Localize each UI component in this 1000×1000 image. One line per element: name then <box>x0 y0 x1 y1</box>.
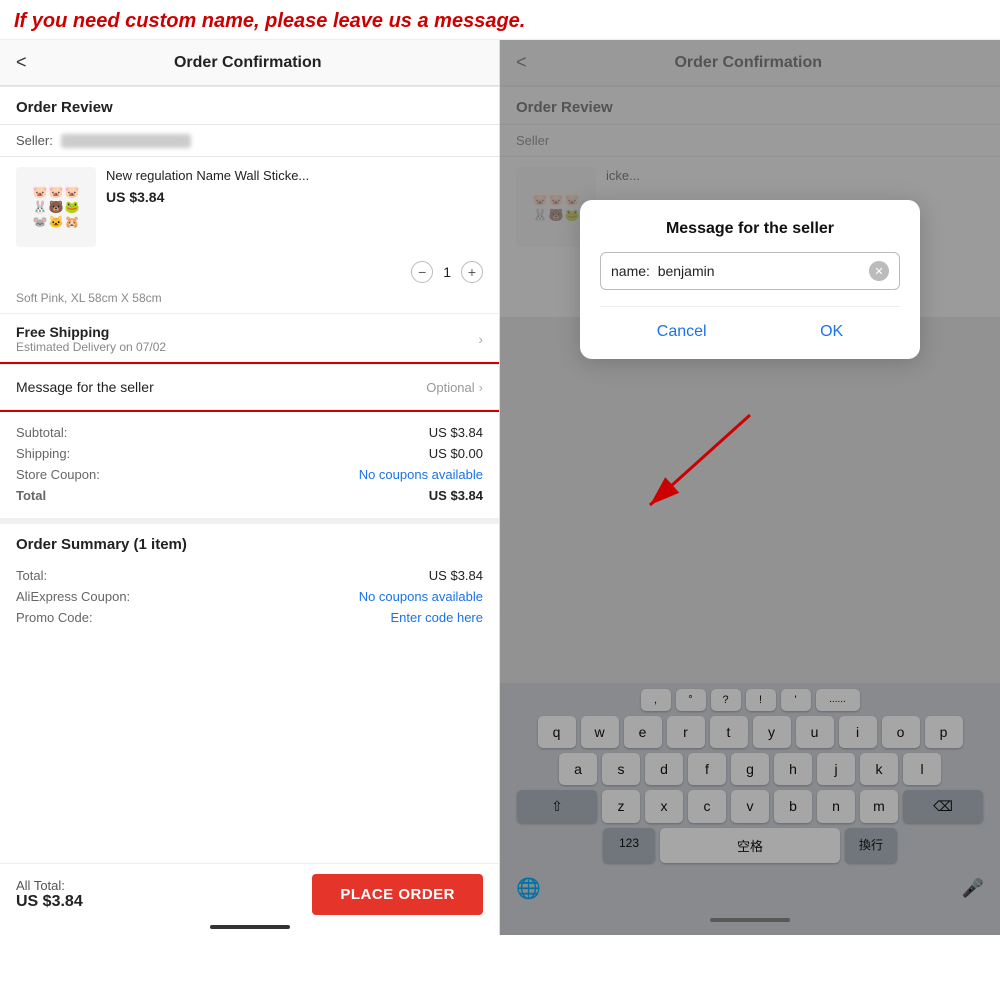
quantity-row: − 1 + <box>0 257 499 291</box>
all-total-label: All Total: <box>16 878 83 893</box>
shipping-row: Free Shipping Estimated Delivery on 07/0… <box>0 313 499 364</box>
bottom-bar: All Total: US $3.84 PLACE ORDER <box>0 863 499 925</box>
message-for-seller-label: Message for the seller <box>16 379 154 395</box>
product-price: US $3.84 <box>106 189 483 205</box>
total-pricing-value: US $3.84 <box>429 488 483 503</box>
pricing-table: Subtotal: US $3.84 Shipping: US $0.00 St… <box>0 410 499 518</box>
shipping-sub: Estimated Delivery on 07/02 <box>16 340 166 354</box>
subtotal-row: Subtotal: US $3.84 <box>16 422 483 443</box>
modal-cancel-button[interactable]: Cancel <box>637 319 727 345</box>
message-chevron-icon: › <box>479 380 483 395</box>
product-info: New regulation Name Wall Sticke... US $3… <box>106 167 483 205</box>
right-panel: < Order Confirmation Order Review Seller <box>500 40 1000 935</box>
modal-actions: Cancel OK <box>600 306 900 345</box>
right-panel-content: < Order Confirmation Order Review Seller <box>500 40 1000 935</box>
banner-text: If you need custom name, please leave us… <box>14 10 986 33</box>
modal-title: Message for the seller <box>600 220 900 238</box>
quantity-decrease-button[interactable]: − <box>411 261 433 283</box>
message-for-seller-row[interactable]: Message for the seller Optional › <box>0 364 499 410</box>
aliexpress-coupon-value: No coupons available <box>359 589 483 604</box>
product-name: New regulation Name Wall Sticke... <box>106 167 483 185</box>
message-optional-label: Optional › <box>426 380 483 395</box>
all-total-section: All Total: US $3.84 <box>16 878 83 911</box>
modal-overlay: Message for the seller ✕ Cancel OK <box>500 40 1000 935</box>
summary-total-row: Total: US $3.84 <box>16 565 483 586</box>
promo-code-row: Promo Code: Enter code here <box>16 607 483 628</box>
shipping-pricing-row: Shipping: US $0.00 <box>16 443 483 464</box>
product-row: 🐷🐷🐷 🐰🐻🐸 🐭🐱🐹 New regulation Name Wall Sti… <box>0 157 499 257</box>
modal-clear-button[interactable]: ✕ <box>869 261 889 281</box>
shipping-chevron-icon: › <box>478 331 483 347</box>
total-pricing-row: Total US $3.84 <box>16 485 483 506</box>
shipping-title: Free Shipping <box>16 324 166 340</box>
modal-input-row[interactable]: ✕ <box>600 252 900 290</box>
quantity-increase-button[interactable]: + <box>461 261 483 283</box>
seller-name-blur <box>61 134 191 148</box>
modal-box: Message for the seller ✕ Cancel OK <box>580 200 920 359</box>
store-coupon-row: Store Coupon: No coupons available <box>16 464 483 485</box>
seller-label: Seller: <box>16 133 53 148</box>
seller-row: Seller: <box>0 125 499 156</box>
left-header: < Order Confirmation <box>0 40 499 86</box>
all-total-value: US $3.84 <box>16 893 83 911</box>
modal-input-field[interactable] <box>611 263 869 279</box>
summary-total-label: Total: <box>16 568 47 583</box>
aliexpress-coupon-label: AliExpress Coupon: <box>16 589 130 604</box>
product-image: 🐷🐷🐷 🐰🐻🐸 🐭🐱🐹 <box>16 167 96 247</box>
top-banner: If you need custom name, please leave us… <box>0 0 1000 40</box>
subtotal-value: US $3.84 <box>429 425 483 440</box>
aliexpress-coupon-row: AliExpress Coupon: No coupons available <box>16 586 483 607</box>
product-emoji-grid: 🐷🐷🐷 🐰🐻🐸 🐭🐱🐹 <box>29 181 84 233</box>
place-order-button[interactable]: PLACE ORDER <box>312 874 483 915</box>
left-back-button[interactable]: < <box>16 52 27 73</box>
order-summary-label: Order Summary (1 item) <box>0 524 499 561</box>
left-panel-title: Order Confirmation <box>43 54 453 72</box>
home-bar-left <box>210 925 290 929</box>
store-coupon-value: No coupons available <box>359 467 483 482</box>
modal-ok-button[interactable]: OK <box>800 319 863 345</box>
promo-code-value: Enter code here <box>390 610 483 625</box>
shipping-pricing-label: Shipping: <box>16 446 70 461</box>
left-panel: < Order Confirmation Order Review Seller… <box>0 40 500 935</box>
subtotal-label: Subtotal: <box>16 425 67 440</box>
summary-table: Total: US $3.84 AliExpress Coupon: No co… <box>0 561 499 632</box>
promo-code-label: Promo Code: <box>16 610 93 625</box>
shipping-info: Free Shipping Estimated Delivery on 07/0… <box>16 324 166 354</box>
total-pricing-label: Total <box>16 488 46 503</box>
store-coupon-label: Store Coupon: <box>16 467 100 482</box>
summary-total-value: US $3.84 <box>429 568 483 583</box>
variant-text: Soft Pink, XL 58cm X 58cm <box>0 291 499 313</box>
shipping-pricing-value: US $0.00 <box>429 446 483 461</box>
order-review-label: Order Review <box>0 87 499 124</box>
quantity-value: 1 <box>443 264 451 280</box>
